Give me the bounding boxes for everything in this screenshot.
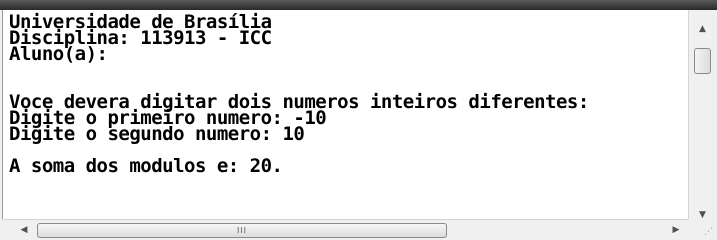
resize-grip-icon[interactable]: ⋰ bbox=[704, 228, 713, 237]
scroll-left-arrow-icon[interactable]: ◀ bbox=[14, 220, 34, 240]
scroll-right-arrow-icon[interactable]: ▶ bbox=[666, 220, 686, 240]
console-line-result: A soma dos modulos e: 20. bbox=[9, 155, 283, 177]
title-bar bbox=[0, 0, 717, 10]
vertical-scrollbar[interactable]: ▲ ▼ bbox=[688, 10, 716, 220]
scroll-grip-icon: III bbox=[236, 225, 248, 235]
scrollbar-corner: ⋰ bbox=[688, 219, 717, 240]
console-line-second-number: Digite o segundo numero: 10 bbox=[9, 123, 305, 145]
scroll-up-arrow-icon[interactable]: ▲ bbox=[689, 20, 716, 38]
console-window: Universidade de Brasília Disciplina: 113… bbox=[0, 0, 717, 240]
horizontal-scrollbar[interactable]: ◀ III ▶ bbox=[2, 219, 688, 240]
horizontal-scroll-thumb[interactable]: III bbox=[37, 223, 447, 238]
console-line-student: Aluno(a): bbox=[9, 43, 108, 65]
vertical-scroll-thumb[interactable] bbox=[694, 48, 711, 74]
console-lines: Universidade de Brasília Disciplina: 113… bbox=[9, 13, 589, 177]
console-output: Universidade de Brasília Disciplina: 113… bbox=[2, 10, 689, 219]
